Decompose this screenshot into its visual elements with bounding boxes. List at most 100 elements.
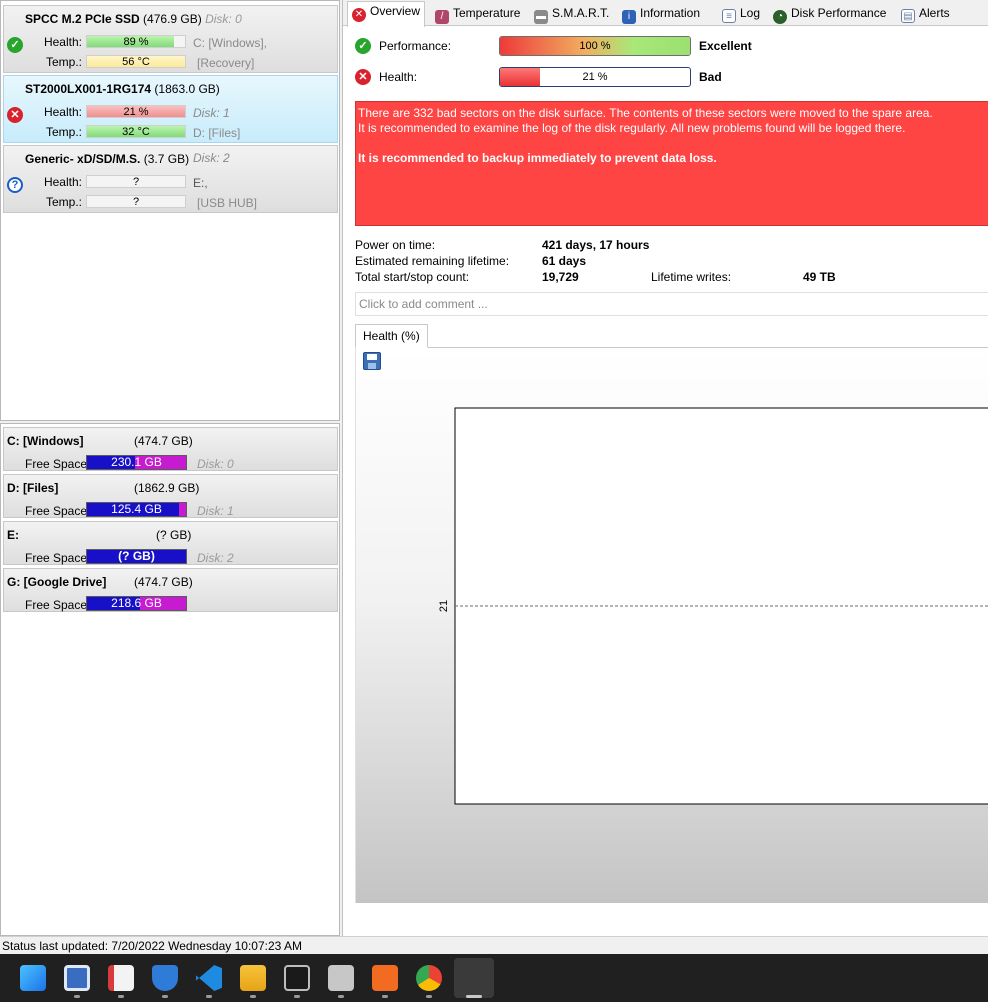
- volume-list: C: [Windows],: [193, 36, 268, 50]
- volume-list: D: [Files]: [193, 126, 241, 140]
- clipboard-icon: ▤: [901, 9, 915, 23]
- health-label: Health:: [379, 70, 418, 84]
- partition-card-2[interactable]: E: (? GB) Free Space (? GB) Disk: 2: [3, 521, 338, 565]
- tab-health-chart[interactable]: Health (%): [355, 324, 428, 348]
- alert-recommendation: It is recommended to backup immediately …: [358, 151, 717, 165]
- disk-icon: ▬: [534, 10, 548, 24]
- partition-card-3[interactable]: G: [Google Drive] (474.7 GB) Free Space …: [3, 568, 338, 612]
- tab-overview[interactable]: ✕ Overview: [347, 1, 426, 27]
- disk-number: Disk: 0: [205, 12, 242, 26]
- health-value: 21 %: [582, 71, 608, 83]
- health-bar-fill: [500, 68, 540, 86]
- performance-label: Performance:: [379, 39, 452, 53]
- comment-input[interactable]: Click to add comment ...: [355, 292, 988, 316]
- volume-list-2: [USB HUB]: [197, 196, 258, 210]
- ok-status-icon: ✓: [7, 37, 23, 53]
- health-label: Health:: [43, 175, 82, 189]
- y-tick-label: 21: [438, 600, 450, 612]
- partition-size: (474.7 GB): [134, 434, 193, 448]
- file-explorer-icon[interactable]: [240, 965, 266, 991]
- disk-name: ST2000LX001-1RG174: [25, 82, 152, 96]
- snipping-tool-icon[interactable]: [108, 965, 134, 991]
- vscode-icon[interactable]: [196, 965, 222, 991]
- free-space-label: Free Space: [25, 504, 88, 518]
- temp-label: Temp.:: [45, 55, 82, 69]
- free-space-value: 218.6 GB: [111, 596, 162, 610]
- partition-name: D: [Files]: [7, 481, 59, 495]
- temp-value: 32 °C: [122, 126, 150, 138]
- running-indicator: [382, 995, 388, 998]
- tab-label: Disk Performance: [791, 6, 887, 20]
- health-bar: ?: [86, 175, 186, 188]
- start-icon[interactable]: [20, 965, 46, 991]
- xampp-icon[interactable]: [372, 965, 398, 991]
- temp-bar: 56 °C: [86, 55, 186, 68]
- disk-name: Generic- xD/SD/M.S.: [25, 152, 141, 166]
- chrome-icon[interactable]: [416, 965, 442, 991]
- volume-list-2: [Recovery]: [197, 56, 255, 70]
- health-value: 89 %: [123, 36, 149, 48]
- tab-alerts[interactable]: ▤ Alerts: [896, 3, 955, 26]
- partition-name: C: [Windows]: [7, 434, 84, 448]
- power-on-value: 421 days, 17 hours: [542, 238, 650, 252]
- tab-disk-performance[interactable]: ◔ Disk Performance: [768, 3, 891, 26]
- partition-disk: Disk: 0: [197, 457, 234, 471]
- start-stop-label: Total start/stop count:: [355, 270, 470, 284]
- tab-label: Alerts: [919, 6, 950, 20]
- free-space-bar: 230.1 GB: [86, 455, 187, 470]
- free-space-value: (? GB): [118, 549, 155, 563]
- partition-card-1[interactable]: D: [Files] (1862.9 GB) Free Space 125.4 …: [3, 474, 338, 518]
- running-indicator: [338, 995, 344, 998]
- chart-tabbar: Health (%): [355, 324, 988, 348]
- tab-temperature[interactable]: / Temperature: [430, 3, 525, 26]
- terminal-icon[interactable]: [284, 965, 310, 991]
- running-indicator: [74, 995, 80, 998]
- active-indicator: [466, 995, 482, 998]
- hard-disk-sentinel-icon[interactable]: [454, 958, 494, 998]
- performance-row: ✓ Performance: 100 % Excellent: [355, 36, 975, 56]
- tab-smart[interactable]: ▬ S.M.A.R.T.: [529, 3, 614, 26]
- running-indicator: [162, 995, 168, 998]
- disk-title: SPCC M.2 PCIe SSD (476.9 GB) Disk: 0: [25, 12, 242, 26]
- disk-number: Disk: 2: [193, 151, 230, 165]
- power-on-label: Power on time:: [355, 238, 436, 252]
- disk-name: SPCC M.2 PCIe SSD: [25, 12, 140, 26]
- remaining-lifetime-value: 61 days: [542, 254, 587, 268]
- health-rating: Bad: [699, 70, 722, 84]
- tab-information[interactable]: i Information: [617, 3, 705, 26]
- running-indicator: [426, 995, 432, 998]
- health-chart: 21: [438, 407, 988, 805]
- tab-label: Temperature: [453, 6, 521, 20]
- right-panel: ✕ Overview / Temperature ▬ S.M.A.R.T. i Info…: [342, 0, 988, 936]
- error-status-icon: ✕: [7, 107, 23, 123]
- temp-label: Temp.:: [45, 125, 82, 139]
- disk-size: (3.7 GB): [143, 152, 190, 166]
- free-space-bar: 125.4 GB: [86, 502, 187, 517]
- disk-card-2[interactable]: Generic- xD/SD/M.S. (3.7 GB) ? Health: ?…: [3, 145, 338, 213]
- disk-card-0[interactable]: SPCC M.2 PCIe SSD (476.9 GB) Disk: 0 ✓ H…: [3, 5, 338, 73]
- partition-disk: Disk: 1: [197, 504, 234, 518]
- temp-value: 56 °C: [122, 56, 150, 68]
- partition-size: (474.7 GB): [134, 575, 193, 589]
- partition-card-0[interactable]: C: [Windows] (474.7 GB) Free Space 230.1…: [3, 427, 338, 471]
- app-icon[interactable]: [328, 965, 354, 991]
- start-stop-value: 19,729: [542, 270, 579, 284]
- partition-disk: Disk: 2: [197, 551, 234, 565]
- performance-value: 100 %: [579, 40, 611, 52]
- free-space-bar: 218.6 GB: [86, 596, 187, 611]
- thermometer-icon: /: [435, 10, 449, 24]
- volume-list: E:,: [193, 176, 208, 190]
- disk-list: SPCC M.2 PCIe SSD (476.9 GB) Disk: 0 ✓ H…: [0, 0, 340, 421]
- health-value: ?: [132, 176, 140, 188]
- health-value: 21 %: [123, 106, 149, 118]
- security-icon[interactable]: [152, 965, 178, 991]
- free-space-label: Free Space: [25, 457, 88, 471]
- health-label: Health:: [43, 35, 82, 49]
- unknown-status-icon: ?: [7, 177, 23, 193]
- disk-size: (476.9 GB): [143, 12, 202, 26]
- disk-card-1[interactable]: ST2000LX001-1RG174 (1863.0 GB) ✕ Health:…: [3, 75, 338, 143]
- tab-log[interactable]: ≡ Log: [717, 3, 765, 26]
- disk-number: Disk: 1: [193, 106, 230, 120]
- alert-box: There are 332 bad sectors on the disk su…: [355, 101, 988, 226]
- widgets-icon[interactable]: [64, 965, 90, 991]
